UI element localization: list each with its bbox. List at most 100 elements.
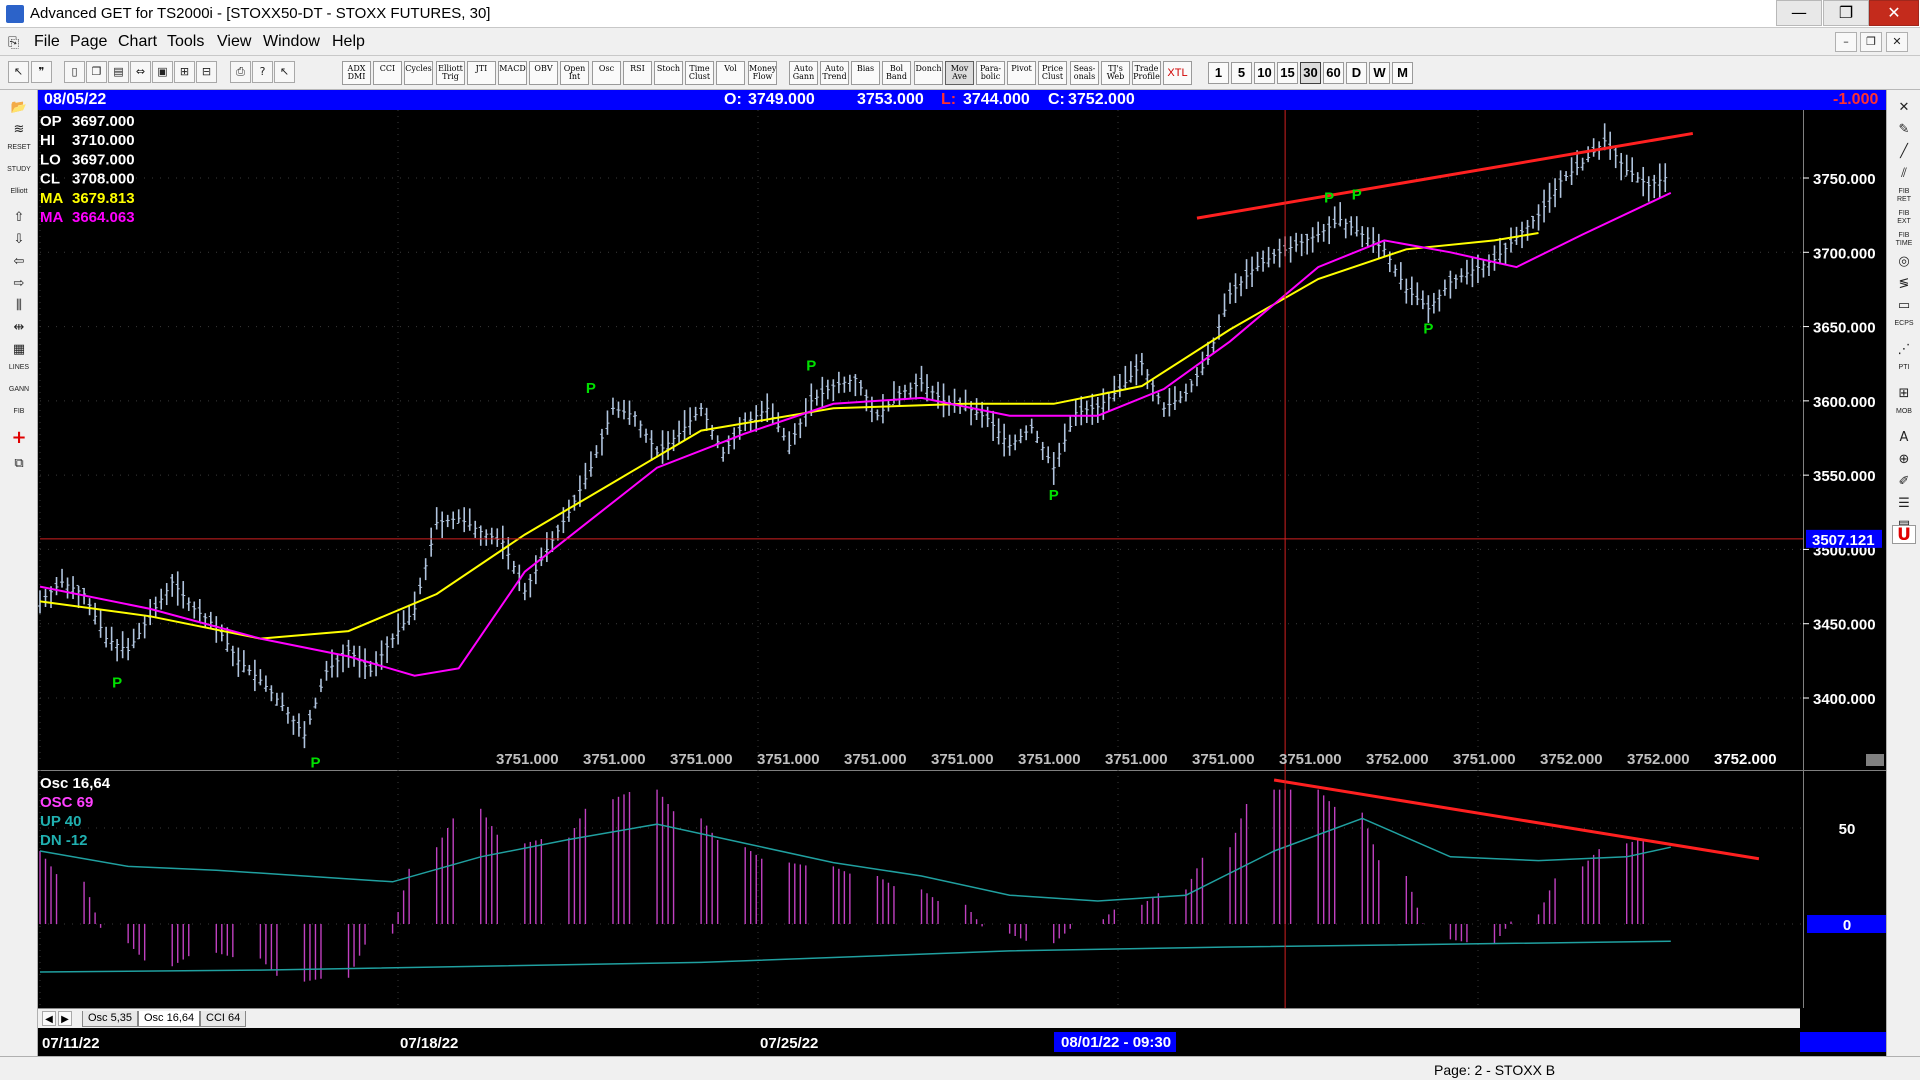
indicator-button-time-clust[interactable]: Time Clust <box>685 61 714 85</box>
hint-icon[interactable]: ? <box>252 61 273 83</box>
bars-icon[interactable]: ⫼ <box>6 296 32 315</box>
oscillator-chart[interactable]: 50 0 Osc 16,64 OSC 69 UP 40 DN -12 <box>38 770 1887 1008</box>
compress-icon[interactable]: ⇹ <box>6 318 32 337</box>
indicator-button-vol[interactable]: Vol <box>716 61 745 85</box>
grid-toggle-icon[interactable]: ▦ <box>6 340 32 359</box>
indicator-button-seas-onals[interactable]: Seas-onals <box>1070 61 1099 85</box>
copy-page-icon[interactable]: ❐ <box>86 61 107 83</box>
fib-time-icon[interactable]: FIB TIME <box>1892 230 1916 249</box>
indicator-button-bias[interactable]: Bias <box>851 61 880 85</box>
layers-icon[interactable]: ⧉ <box>6 454 32 473</box>
table-tool-icon[interactable]: ⊞ <box>1892 384 1916 403</box>
indicator-button-open-int[interactable]: Open Int <box>560 61 589 85</box>
open-folder-icon[interactable]: 📂 <box>6 98 32 117</box>
elliott-icon[interactable]: Elliott <box>6 186 32 205</box>
link-icon[interactable]: ⇔ <box>130 61 151 83</box>
indicator-button-elliott-trig[interactable]: Elliott Trig <box>436 61 465 85</box>
indicator-button-osc[interactable]: Osc <box>592 61 621 85</box>
menu-chart[interactable]: Chart <box>118 33 157 51</box>
arrow-left-icon[interactable]: ⇦ <box>6 252 32 271</box>
indicator-button-donch[interactable]: Donch <box>914 61 943 85</box>
marker-icon[interactable]: ✐ <box>1892 472 1916 491</box>
print-icon[interactable]: ⎙ <box>230 61 251 83</box>
menu-tools[interactable]: Tools <box>167 33 204 51</box>
maximize-button[interactable]: ❐ <box>1823 0 1869 26</box>
indicator-button-macd[interactable]: MACD <box>498 61 527 85</box>
indicator-button-tj-s-web[interactable]: TJ's Web <box>1101 61 1130 85</box>
tab-osc-5-35[interactable]: Osc 5,35 <box>82 1011 139 1027</box>
indicator-button-mov-ave[interactable]: Mov Ave <box>945 61 974 85</box>
arrow-up-icon[interactable]: ⇧ <box>6 208 32 227</box>
list-icon[interactable]: ☰ <box>1892 494 1916 513</box>
menu-window[interactable]: Window <box>263 33 320 51</box>
arrow-right-icon[interactable]: ⇨ <box>6 274 32 293</box>
pti-icon[interactable]: PTI <box>1892 362 1916 381</box>
indicator-button-pivot[interactable]: Pivot <box>1007 61 1036 85</box>
mdi-minimize-button[interactable]: – <box>1835 32 1857 52</box>
indicator-button-auto-gann[interactable]: Auto Gann <box>789 61 818 85</box>
pencil-icon[interactable]: ✎ <box>1892 120 1916 139</box>
indicator-button-money-flow[interactable]: Money Flow <box>748 61 777 85</box>
grid-icon[interactable]: ⊞ <box>174 61 195 83</box>
tab-scroll-left-icon[interactable]: ◀ <box>42 1011 56 1026</box>
window-icon[interactable]: ▣ <box>152 61 173 83</box>
zoom-icon[interactable]: ⊕ <box>1892 450 1916 469</box>
menu-help[interactable]: Help <box>332 33 365 51</box>
indicator-button-bol-band[interactable]: Bol Band <box>882 61 911 85</box>
indicator-button-auto-trend[interactable]: Auto Trend <box>820 61 849 85</box>
menu-file[interactable]: File <box>34 33 60 51</box>
tile-icon[interactable]: ⊟ <box>196 61 217 83</box>
tab-cci-64[interactable]: CCI 64 <box>200 1011 247 1027</box>
indicator-button-stoch[interactable]: Stoch <box>654 61 683 85</box>
context-help-icon[interactable]: ↖ <box>274 61 295 83</box>
channel-tool-icon[interactable]: ⫽ <box>1892 164 1916 183</box>
mdi-restore-button[interactable]: ❐ <box>1860 32 1882 52</box>
fan-tool-icon[interactable]: ≶ <box>1892 274 1916 293</box>
chart-icon[interactable]: ▤ <box>108 61 129 83</box>
ecps-icon[interactable]: ECPS <box>1892 318 1916 337</box>
fib-icon[interactable]: FIB <box>6 406 32 425</box>
tab-scroll-right-icon[interactable]: ▶ <box>58 1011 72 1026</box>
reset-icon[interactable]: RESET <box>6 142 32 161</box>
gann-fan-icon[interactable]: ⋰ <box>1892 340 1916 359</box>
indicator-button-cycles[interactable]: Cycles <box>404 61 433 85</box>
study-icon[interactable]: STUDY <box>6 164 32 183</box>
fib-ext-icon[interactable]: FIB EXT <box>1892 208 1916 227</box>
indicator-button-jti[interactable]: JTI <box>467 61 496 85</box>
circle-tool-icon[interactable]: ◎ <box>1892 252 1916 271</box>
timeframe-button-15[interactable]: 15 <box>1277 62 1298 84</box>
timeframe-button-10[interactable]: 10 <box>1254 62 1275 84</box>
text-tool-icon[interactable]: A <box>1892 428 1916 447</box>
menu-page[interactable]: Page <box>70 33 107 51</box>
timeframe-button-1[interactable]: 1 <box>1208 62 1229 84</box>
mob-icon[interactable]: MOB <box>1892 406 1916 425</box>
indicator-button-rsi[interactable]: RSI <box>623 61 652 85</box>
indicator-button-cci[interactable]: CCI <box>373 61 402 85</box>
box-tool-icon[interactable]: ▭ <box>1892 296 1916 315</box>
lines-icon[interactable]: LINES <box>6 362 32 381</box>
indicator-button-trade-profile[interactable]: Trade Profile <box>1132 61 1161 85</box>
help-pointer-icon[interactable]: ❞ <box>31 61 52 83</box>
indicator-button-para-bolic[interactable]: Para-bolic <box>976 61 1005 85</box>
new-page-icon[interactable]: ▯ <box>64 61 85 83</box>
indicator-button-xtl[interactable]: XTL <box>1163 61 1192 85</box>
indicator-button-price-clust[interactable]: Price Clust <box>1038 61 1067 85</box>
timeframe-button-60[interactable]: 60 <box>1323 62 1344 84</box>
timeframe-button-30[interactable]: 30 <box>1300 62 1321 84</box>
crosshair-icon[interactable]: + <box>6 428 32 447</box>
timeframe-button-d[interactable]: D <box>1346 62 1367 84</box>
close-button[interactable]: ✕ <box>1869 0 1919 26</box>
price-chart-pane[interactable]: P P P P P P P P 3750.000 3700.000 3650.000 3600.000… <box>38 110 1886 772</box>
indicator-button-obv[interactable]: OBV <box>529 61 558 85</box>
minimize-button[interactable]: — <box>1776 0 1822 26</box>
timeframe-button-m[interactable]: M <box>1392 62 1413 84</box>
fib-ret-icon[interactable]: FIB RET <box>1892 186 1916 205</box>
arrow-down-icon[interactable]: ⇩ <box>6 230 32 249</box>
timeframe-button-5[interactable]: 5 <box>1231 62 1252 84</box>
indicator-button-adx-dmi[interactable]: ADX DMI <box>342 61 371 85</box>
oscillator-pane[interactable]: 50 0 Osc 16,64 OSC 69 UP 40 DN -12 <box>38 770 1887 1008</box>
price-chart[interactable]: P P P P P P P P 3750.000 3700.000 3650.000 3600.000… <box>38 110 1886 772</box>
gann-icon[interactable]: GANN <box>6 384 32 403</box>
undo-icon[interactable]: U <box>1892 525 1916 545</box>
wave-icon[interactable]: ≋ <box>6 120 32 139</box>
